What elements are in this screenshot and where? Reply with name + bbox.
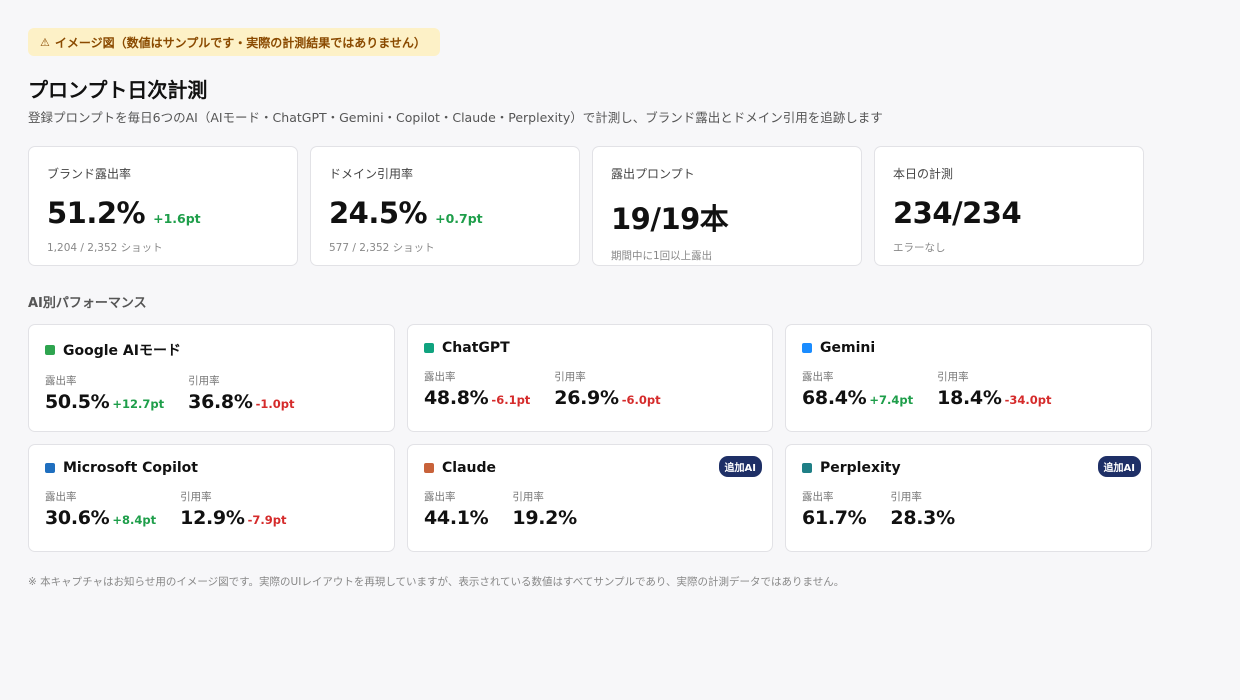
added-ai-badge: 追加AI (718, 456, 762, 477)
exposure-metric: 露出率 48.8% -6.1pt (424, 369, 530, 409)
ai-card-gemini: Gemini 露出率 68.4% +7.4pt 引用率 18.4% -34.0p… (785, 324, 1152, 432)
kpi-subtext: エラーなし (893, 242, 946, 254)
ai-name: Google AIモード (63, 343, 181, 359)
added-ai-badge: 追加AI (1097, 456, 1141, 477)
kpi-subtext: 期間中に1回以上露出 (611, 250, 713, 262)
citation-delta: -1.0pt (255, 397, 295, 411)
citation-value: 18.4% (937, 387, 1002, 409)
citation-delta: -34.0pt (1004, 393, 1052, 407)
exposure-metric: 露出率 44.1% (424, 489, 489, 529)
claude-color-dot-icon (424, 463, 434, 473)
citation-label: 引用率 (512, 491, 544, 503)
exposure-metric: 露出率 30.6% +8.4pt (45, 489, 156, 529)
copilot-color-dot-icon (45, 463, 55, 473)
kpi-subtext: 577 / 2,352 ショット (329, 242, 435, 254)
citation-metric: 引用率 28.3% (890, 489, 955, 529)
citation-value: 12.9% (180, 507, 245, 529)
citation-label: 引用率 (188, 375, 220, 387)
exposure-value: 30.6% (45, 507, 110, 529)
warning-icon: ⚠ (40, 35, 50, 49)
ai-card-google-ai-mode: Google AIモード 露出率 50.5% +12.7pt 引用率 36.8%… (28, 324, 395, 432)
ai-card-perplexity: Perplexity 追加AI 露出率 61.7% 引用率 28.3% (785, 444, 1152, 552)
kpi-value: 24.5% (329, 196, 428, 230)
exposure-label: 露出率 (424, 371, 456, 383)
exposure-value: 61.7% (802, 507, 867, 529)
ai-name: Perplexity (820, 460, 901, 476)
exposure-label: 露出率 (424, 491, 456, 503)
exposure-value: 68.4% (802, 387, 867, 409)
kpi-row: ブランド露出率 51.2% +1.6pt 1,204 / 2,352 ショット … (28, 146, 1144, 266)
exposure-value: 48.8% (424, 387, 489, 409)
kpi-label: ドメイン引用率 (329, 167, 414, 181)
sample-notice-banner: ⚠ イメージ図（数値はサンプルです・実際の計測結果ではありません） (28, 28, 440, 56)
citation-metric: 引用率 19.2% (512, 489, 577, 529)
citation-value: 26.9% (554, 387, 619, 409)
kpi-label: 本日の計測 (893, 167, 954, 181)
citation-delta: -7.9pt (247, 513, 287, 527)
section-title-ai-performance: AI別パフォーマンス (28, 296, 147, 311)
exposure-value: 44.1% (424, 507, 489, 529)
ai-card-chatgpt: ChatGPT 露出率 48.8% -6.1pt 引用率 26.9% -6.0p… (407, 324, 773, 432)
exposure-label: 露出率 (802, 371, 834, 383)
kpi-label: 露出プロンプト (611, 167, 695, 181)
citation-delta: -6.0pt (621, 393, 661, 407)
citation-value: 19.2% (512, 507, 577, 529)
footnote: ※ 本キャプチャはお知らせ用のイメージ図です。実際のUIレイアウトを再現していま… (28, 576, 845, 588)
kpi-value: 234/234 (893, 196, 1022, 230)
citation-label: 引用率 (180, 491, 212, 503)
citation-label: 引用率 (890, 491, 922, 503)
ai-performance-grid: Google AIモード 露出率 50.5% +12.7pt 引用率 36.8%… (28, 324, 1152, 552)
dashboard-page: ⚠ イメージ図（数値はサンプルです・実際の計測結果ではありません） プロンプト日… (0, 0, 1240, 700)
kpi-value: 51.2% (47, 196, 146, 230)
exposure-metric: 露出率 68.4% +7.4pt (802, 369, 913, 409)
citation-label: 引用率 (937, 371, 969, 383)
kpi-card-today-measurements: 本日の計測 234/234 エラーなし (874, 146, 1144, 266)
google-color-dot-icon (45, 345, 55, 355)
exposure-label: 露出率 (45, 491, 77, 503)
notice-text: イメージ図（数値はサンプルです・実際の計測結果ではありません） (54, 35, 426, 50)
perplexity-color-dot-icon (802, 463, 812, 473)
citation-metric: 引用率 12.9% -7.9pt (180, 489, 286, 529)
ai-name: ChatGPT (442, 340, 510, 356)
ai-card-claude: Claude 追加AI 露出率 44.1% 引用率 19.2% (407, 444, 773, 552)
exposure-delta: +8.4pt (112, 513, 157, 527)
kpi-card-domain-citation: ドメイン引用率 24.5% +0.7pt 577 / 2,352 ショット (310, 146, 580, 266)
kpi-delta: +0.7pt (435, 211, 483, 226)
gemini-color-dot-icon (802, 343, 812, 353)
ai-name: Claude (442, 460, 497, 476)
kpi-card-brand-exposure: ブランド露出率 51.2% +1.6pt 1,204 / 2,352 ショット (28, 146, 298, 266)
exposure-delta: -6.1pt (491, 393, 531, 407)
exposure-label: 露出率 (802, 491, 834, 503)
kpi-subtext: 1,204 / 2,352 ショット (47, 242, 163, 254)
kpi-card-exposed-prompts: 露出プロンプト 19/19本 期間中に1回以上露出 (592, 146, 862, 266)
ai-name: Gemini (820, 340, 876, 356)
exposure-metric: 露出率 61.7% (802, 489, 867, 529)
citation-value: 28.3% (890, 507, 955, 529)
kpi-label: ブランド露出率 (47, 167, 132, 181)
exposure-label: 露出率 (45, 375, 77, 387)
exposure-value: 50.5% (45, 391, 110, 413)
citation-value: 36.8% (188, 391, 253, 413)
kpi-value: 19/19本 (611, 202, 729, 236)
exposure-delta: +7.4pt (869, 393, 914, 407)
exposure-metric: 露出率 50.5% +12.7pt (45, 373, 164, 413)
citation-metric: 引用率 18.4% -34.0pt (937, 369, 1051, 409)
exposure-delta: +12.7pt (112, 397, 165, 411)
kpi-delta: +1.6pt (153, 211, 201, 226)
page-subtitle: 登録プロンプトを毎日6つのAI（AIモード・ChatGPT・Gemini・Cop… (28, 110, 883, 125)
citation-metric: 引用率 26.9% -6.0pt (554, 369, 660, 409)
ai-card-microsoft-copilot: Microsoft Copilot 露出率 30.6% +8.4pt 引用率 1… (28, 444, 395, 552)
citation-label: 引用率 (554, 371, 586, 383)
citation-metric: 引用率 36.8% -1.0pt (188, 373, 294, 413)
chatgpt-color-dot-icon (424, 343, 434, 353)
page-title: プロンプト日次計測 (28, 78, 208, 102)
ai-name: Microsoft Copilot (63, 460, 198, 476)
